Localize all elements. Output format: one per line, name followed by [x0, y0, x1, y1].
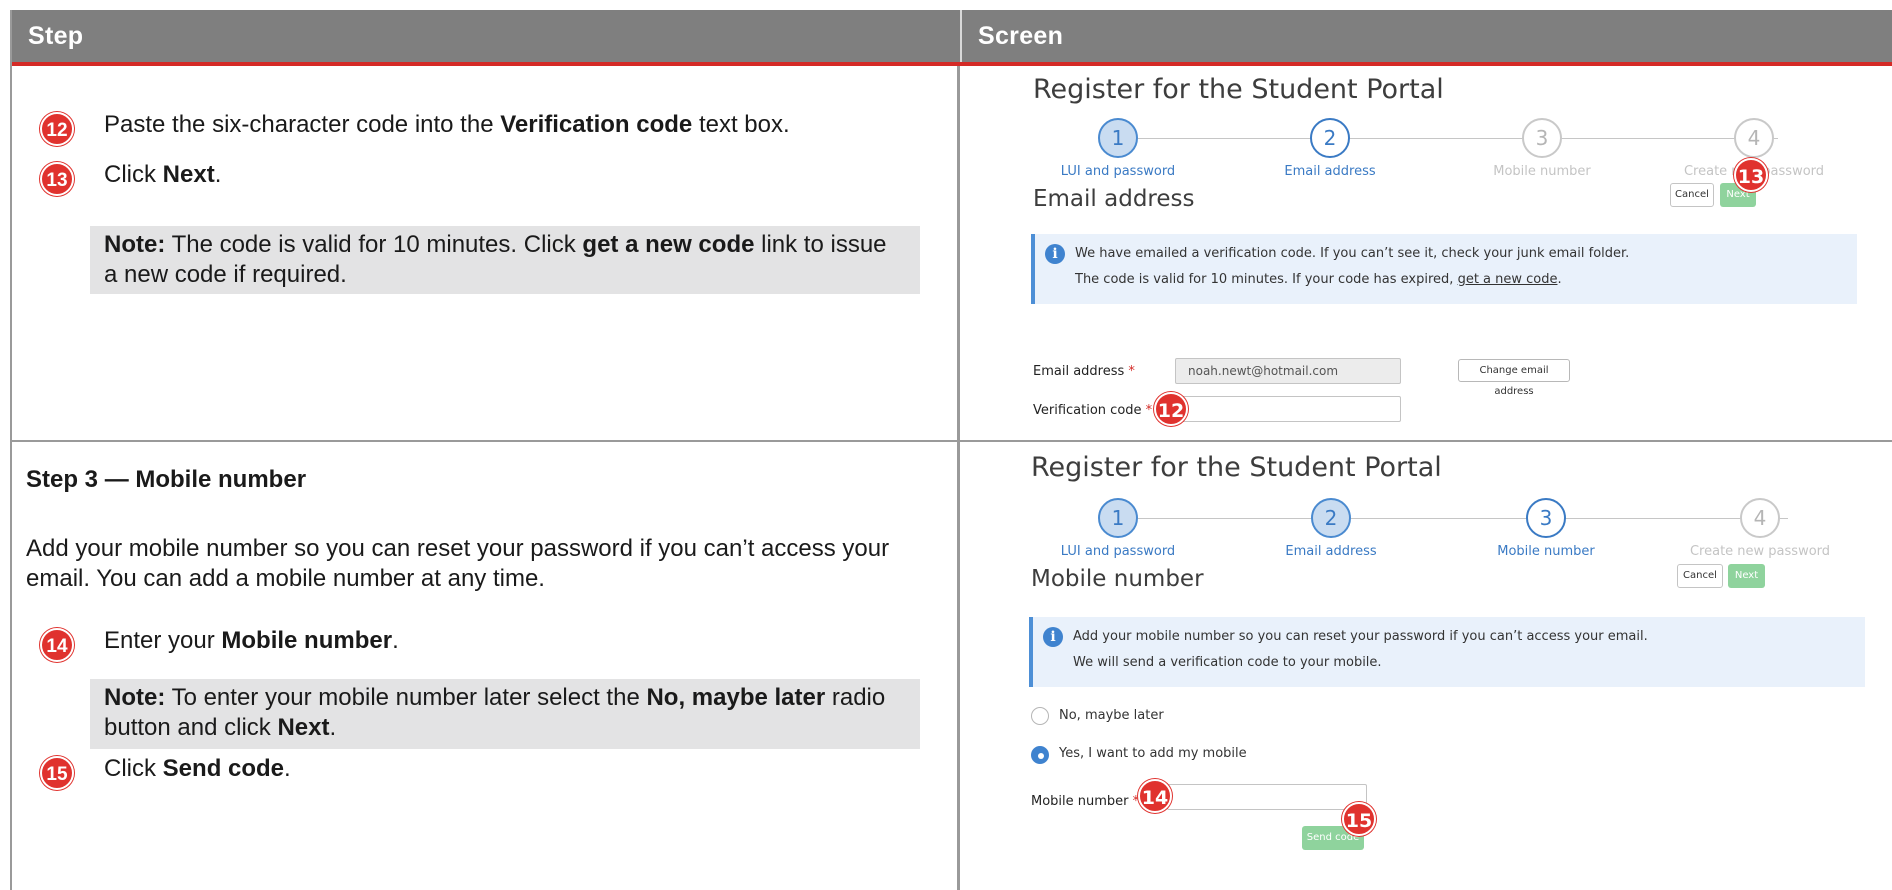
info-line-1: Add your mobile number so you can reset …: [1073, 629, 1648, 644]
step-circle-2: 2: [1311, 498, 1351, 538]
callout-12: 12: [1154, 392, 1188, 426]
step-column-header: Step: [28, 22, 84, 50]
step-label-1: LUI and password: [1060, 164, 1176, 179]
radio-no-label: No, maybe later: [1059, 708, 1164, 723]
info-icon: i: [1045, 244, 1065, 264]
table-header: Step Screen: [12, 10, 1892, 66]
info-icon: i: [1043, 627, 1063, 647]
stepper-line: [1138, 518, 1788, 519]
step-description: Add your mobile number so you can reset …: [26, 535, 890, 592]
change-email-button[interactable]: Change email address: [1458, 359, 1570, 397]
step-label-3: Mobile number: [1497, 544, 1595, 559]
note-box: Note: The code is valid for 10 minutes. …: [90, 226, 920, 294]
instruction-table: Step Screen 12 Paste the six-character c…: [10, 10, 1892, 890]
step-label-4: Create new password: [1689, 544, 1831, 559]
step-circle-1: 1: [1098, 498, 1138, 538]
email-field[interactable]: noah.newt@hotmail.com: [1175, 358, 1401, 384]
section-heading: Email address: [1033, 186, 1195, 212]
mobile-field-label: Mobile number *: [1031, 794, 1140, 809]
step-circle-2: 2: [1310, 118, 1350, 158]
step-cell: 12 Paste the six-character code into the…: [12, 66, 960, 440]
next-button[interactable]: Next: [1728, 564, 1765, 588]
step-badge-12: 12: [40, 112, 74, 146]
screenshot-cell: Register for the Student Portal 1 LUI an…: [963, 66, 1892, 440]
step-circle-4: 4: [1734, 118, 1774, 158]
portal-screenshot-email: Register for the Student Portal 1 LUI an…: [963, 66, 1892, 442]
page-title: Register for the Student Portal: [1031, 452, 1442, 483]
section-heading: Mobile number: [1031, 566, 1204, 592]
instruction-13: Click Next.: [104, 161, 222, 188]
screen-column-header: Screen: [960, 10, 1892, 62]
step-label-3: Mobile number: [1493, 164, 1591, 179]
cancel-button[interactable]: Cancel: [1677, 564, 1723, 588]
callout-15: 15: [1342, 802, 1376, 836]
instruction-15: Click Send code.: [104, 755, 291, 782]
step-label-1: LUI and password: [1060, 544, 1176, 559]
radio-yes-add-mobile[interactable]: [1031, 746, 1049, 764]
note-box: Note: To enter your mobile number later …: [90, 679, 920, 749]
instruction-14: Enter your Mobile number.: [104, 627, 399, 654]
step-badge-15: 15: [40, 756, 74, 790]
step-circle-3: 3: [1522, 118, 1562, 158]
step-circle-3: 3: [1526, 498, 1566, 538]
portal-screenshot-mobile: Register for the Student Portal 1 LUI an…: [963, 442, 1892, 890]
table-row: Step 3 — Mobile number Add your mobile n…: [12, 442, 1892, 890]
step-badge-14: 14: [40, 628, 74, 662]
instruction-12: Paste the six-character code into the Ve…: [104, 111, 790, 138]
step-label-2: Email address: [1284, 164, 1376, 179]
callout-13: 13: [1734, 158, 1768, 192]
page-title: Register for the Student Portal: [1033, 74, 1444, 105]
step-badge-13: 13: [40, 162, 74, 196]
stepper-line: [1138, 138, 1778, 139]
table-row: 12 Paste the six-character code into the…: [12, 66, 1892, 442]
get-new-code-link[interactable]: get a new code: [1458, 272, 1558, 287]
cancel-button[interactable]: Cancel: [1670, 183, 1714, 207]
step-circle-1: 1: [1098, 118, 1138, 158]
screenshot-cell: Register for the Student Portal 1 LUI an…: [963, 442, 1892, 890]
callout-14: 14: [1138, 779, 1172, 813]
info-message: i Add your mobile number so you can rese…: [1029, 617, 1865, 687]
radio-no-maybe-later[interactable]: [1031, 707, 1049, 725]
step-cell: Step 3 — Mobile number Add your mobile n…: [12, 442, 960, 890]
info-message: i We have emailed a verification code. I…: [1031, 234, 1857, 304]
info-line-2: The code is valid for 10 minutes. If you…: [1075, 272, 1562, 287]
mobile-number-input[interactable]: [1167, 784, 1367, 810]
verification-code-input[interactable]: [1175, 396, 1401, 422]
step-heading: Step 3 — Mobile number: [26, 466, 307, 493]
info-line-1: We have emailed a verification code. If …: [1075, 246, 1630, 261]
verification-field-label: Verification code *: [1033, 403, 1153, 418]
step-circle-4: 4: [1740, 498, 1780, 538]
info-line-2: We will send a verification code to your…: [1073, 655, 1382, 670]
email-field-label: Email address *: [1033, 364, 1135, 379]
progress-stepper: 1 LUI and password 2 Email address 3 Mob…: [1023, 498, 1892, 568]
step-label-2: Email address: [1285, 544, 1377, 559]
radio-yes-label: Yes, I want to add my mobile: [1059, 746, 1247, 761]
